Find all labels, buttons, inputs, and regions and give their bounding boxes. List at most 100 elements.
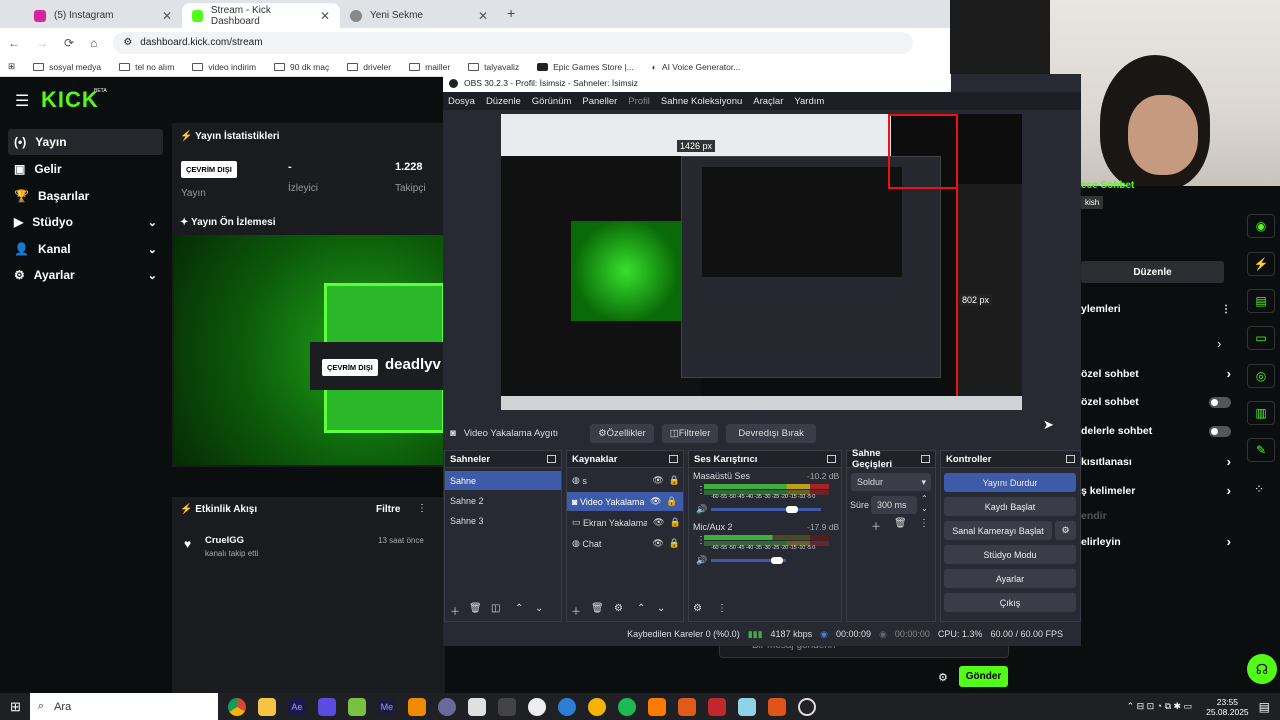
tab-instagram[interactable]: (5) Instagram ✕ bbox=[24, 3, 182, 28]
popout-icon[interactable] bbox=[669, 455, 678, 463]
bookmark-folder[interactable]: tel no alım bbox=[119, 62, 174, 72]
virtual-camera-button[interactable]: Sanal Kamerayı Başlat bbox=[944, 521, 1052, 540]
source-item[interactable]: ◙ Video Yakalama 👁 🔒 bbox=[567, 492, 683, 511]
camera-icon[interactable]: ◉ bbox=[1247, 214, 1275, 238]
menu-icon[interactable]: ☰ bbox=[15, 91, 29, 111]
close-icon[interactable]: ✕ bbox=[478, 9, 488, 23]
start-recording-button[interactable]: Kaydı Başlat bbox=[944, 497, 1076, 516]
sidebar-item-basarilar[interactable]: 🏆 Başarılar bbox=[8, 183, 163, 209]
filters-button[interactable]: ◫Filtreler bbox=[661, 423, 719, 443]
speaker-icon[interactable]: 🔊 bbox=[696, 555, 707, 566]
menu-sahne-koleksiyonu[interactable]: Sahne Koleksiyonu bbox=[661, 96, 742, 107]
bookmark-folder[interactable]: mailler bbox=[409, 62, 450, 72]
home-icon[interactable]: ⌂ bbox=[90, 36, 97, 50]
menu-dosya[interactable]: Dosya bbox=[448, 96, 475, 107]
bookmark-folder[interactable]: sosyal medya bbox=[33, 62, 101, 72]
new-tab-button[interactable]: + bbox=[507, 5, 515, 21]
setting-item[interactable]: elirleyin › bbox=[1081, 534, 1231, 549]
volume-slider-knob[interactable] bbox=[786, 506, 798, 513]
activity-user[interactable]: CruelGG bbox=[205, 535, 244, 546]
menu-yardim[interactable]: Yardım bbox=[794, 96, 824, 107]
apps-icon[interactable]: ⁘ bbox=[1254, 482, 1264, 496]
broadcast-icon[interactable]: ◎ bbox=[1247, 364, 1275, 388]
file-explorer-icon[interactable] bbox=[257, 697, 276, 716]
setting-item[interactable]: özel sohbet › bbox=[1081, 366, 1231, 381]
url-field[interactable]: ⚙ dashboard.kick.com/stream bbox=[113, 31, 914, 54]
exit-button[interactable]: Çıkış bbox=[944, 593, 1076, 612]
deactivate-button[interactable]: Devredışı Bırak bbox=[726, 423, 816, 443]
scene-item[interactable]: Sahne 3 bbox=[445, 511, 561, 530]
list-icon[interactable]: ▤ bbox=[1247, 289, 1275, 313]
eye-icon[interactable]: 👁 bbox=[650, 496, 661, 507]
bookmark-link[interactable]: ◐ AI Voice Generator... bbox=[652, 62, 741, 72]
obs-icon[interactable] bbox=[797, 697, 816, 716]
source-item[interactable]: ◍ Chat 👁 🔒 bbox=[567, 534, 683, 553]
notification-icon[interactable]: ▤ bbox=[1259, 700, 1270, 714]
bookmark-folder[interactable]: talyavaliz bbox=[468, 62, 519, 72]
stop-stream-button[interactable]: Yayını Durdur bbox=[944, 473, 1076, 492]
source-item[interactable]: ◍ s 👁 🔒 bbox=[567, 471, 683, 490]
settings-button[interactable]: Ayarlar bbox=[944, 569, 1076, 588]
more-icon[interactable]: ⋮ bbox=[1221, 304, 1231, 315]
close-icon[interactable]: ✕ bbox=[162, 9, 172, 23]
windows-start-icon[interactable]: ⊞ bbox=[10, 699, 21, 715]
add-icon[interactable]: ＋ bbox=[571, 603, 581, 618]
app-icon[interactable] bbox=[737, 697, 756, 716]
gear-icon[interactable]: ⚙ bbox=[1055, 521, 1076, 540]
chevron-up-icon[interactable]: ⌃ bbox=[515, 603, 523, 614]
vlc-icon[interactable] bbox=[407, 697, 426, 716]
filter-button[interactable]: Filtre bbox=[376, 504, 400, 515]
edit-button[interactable]: Düzenle bbox=[1081, 261, 1224, 283]
bookmark-link[interactable]: Epic Games Store |... bbox=[537, 62, 634, 72]
spotify-icon[interactable] bbox=[617, 697, 636, 716]
gear-icon[interactable]: ⚙ bbox=[938, 671, 948, 684]
speaker-icon[interactable]: 🔊 bbox=[696, 504, 707, 515]
popout-icon[interactable] bbox=[827, 455, 836, 463]
gear-icon[interactable]: ⚙ bbox=[693, 603, 702, 614]
sidebar-item-ayarlar[interactable]: ⚙ Ayarlar ⌄ bbox=[8, 262, 163, 288]
app-icon[interactable] bbox=[437, 697, 456, 716]
menu-gorunum[interactable]: Görünüm bbox=[532, 96, 572, 107]
shield-icon[interactable] bbox=[317, 697, 336, 716]
stepper-down-icon[interactable]: ⌄ bbox=[921, 504, 928, 513]
setting-item[interactable]: delerle sohbet bbox=[1081, 425, 1231, 437]
wrench-icon[interactable]: ✎ bbox=[1247, 438, 1275, 462]
tiktok-icon[interactable] bbox=[467, 697, 486, 716]
chevron-down-icon[interactable]: ⌄ bbox=[657, 603, 665, 614]
bookmark-folder[interactable]: 90 dk maç bbox=[274, 62, 329, 72]
taskbar-search[interactable]: ⌕ Ara bbox=[29, 693, 218, 720]
eye-icon[interactable]: 👁 bbox=[652, 475, 663, 486]
scene-item[interactable]: Sahne bbox=[445, 471, 561, 490]
popout-icon[interactable] bbox=[547, 455, 556, 463]
volume-slider-knob[interactable] bbox=[771, 557, 783, 564]
clock[interactable]: 23:55 25.08.2025 bbox=[1206, 697, 1249, 717]
duration-input[interactable]: 300 ms bbox=[871, 496, 917, 514]
filezilla-icon[interactable] bbox=[707, 697, 726, 716]
trash-icon[interactable]: 🗑 bbox=[591, 603, 604, 614]
stepper-up-icon[interactable]: ⌃ bbox=[921, 494, 928, 503]
app-icon[interactable] bbox=[347, 697, 366, 716]
obs-preview-canvas[interactable]: 1426 px 802 px bbox=[501, 114, 1022, 410]
add-icon[interactable]: ＋ bbox=[450, 603, 460, 618]
chevron-right-icon[interactable]: › bbox=[1217, 336, 1221, 351]
lock-icon[interactable]: 🔒 bbox=[669, 517, 680, 528]
printer-icon[interactable]: ▥ bbox=[1247, 401, 1275, 425]
forward-icon[interactable]: → bbox=[36, 36, 48, 50]
apps-icon[interactable]: ⊞ bbox=[8, 61, 15, 72]
after-effects-icon[interactable]: Ae bbox=[287, 697, 306, 716]
popout-icon[interactable] bbox=[921, 455, 930, 463]
setting-item[interactable]: özel sohbet bbox=[1081, 396, 1231, 408]
close-icon[interactable]: ✕ bbox=[320, 9, 330, 23]
kick-logo[interactable]: KICK bbox=[41, 87, 99, 113]
add-icon[interactable]: ＋ bbox=[871, 518, 881, 533]
site-info-icon[interactable]: ⚙ bbox=[123, 37, 132, 48]
bookmark-folder[interactable]: driveler bbox=[347, 62, 391, 72]
more-icon[interactable]: ⋮ bbox=[417, 503, 427, 514]
toggle-switch[interactable] bbox=[1209, 396, 1231, 408]
tray-icons[interactable]: ⌃ ⊟ ⊡ ◔ ⧉ ✱ ▭ bbox=[1127, 701, 1193, 712]
selection-box[interactable] bbox=[888, 114, 958, 189]
chrome-icon[interactable] bbox=[227, 697, 246, 716]
menu-duzenle[interactable]: Düzenle bbox=[486, 96, 521, 107]
gear-icon[interactable]: ⚙ bbox=[614, 603, 623, 614]
filter-icon[interactable]: ◫ bbox=[491, 603, 500, 614]
